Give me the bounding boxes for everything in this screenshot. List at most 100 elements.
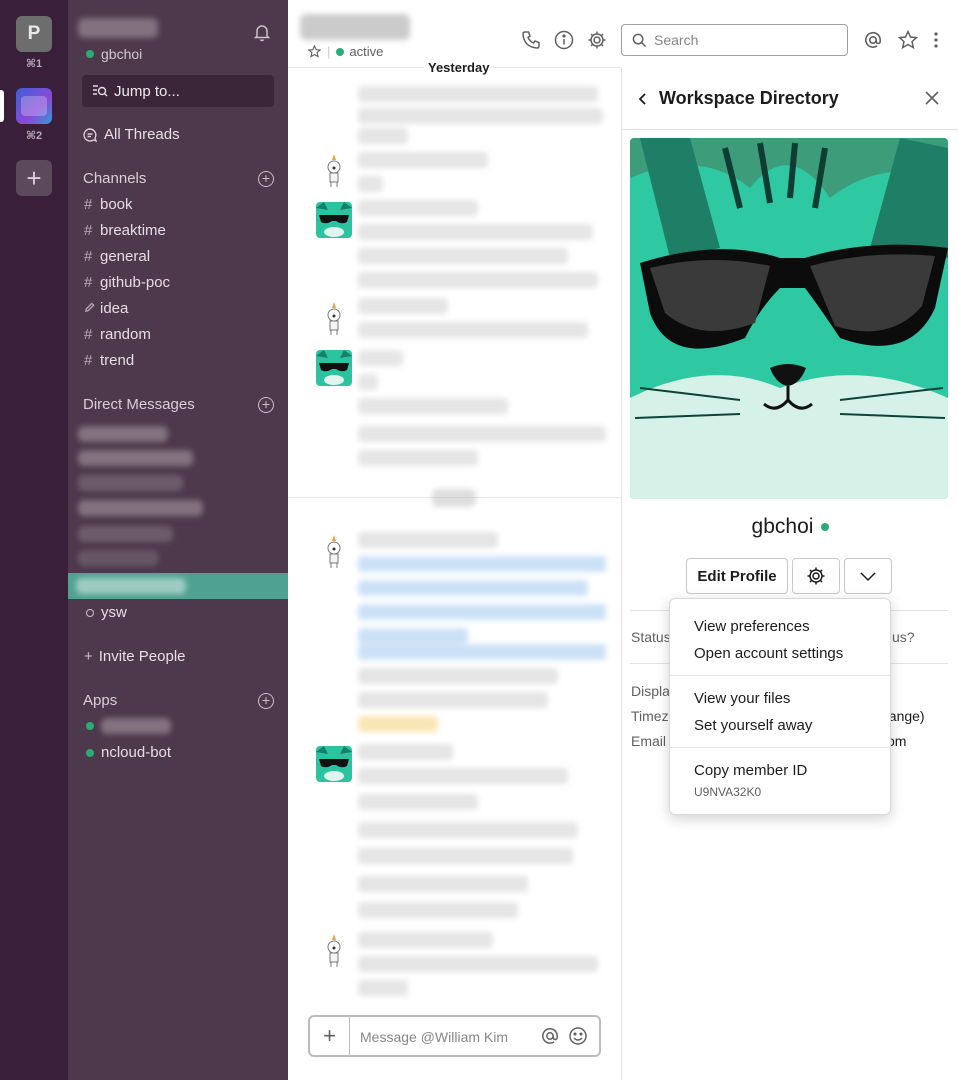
toy-figure-icon: [316, 932, 352, 968]
dm-item-blurred[interactable]: [78, 500, 203, 516]
day-label-yesterday: Yesterday: [424, 60, 494, 75]
more-actions-button[interactable]: [844, 558, 892, 594]
dm-item-blurred[interactable]: [78, 475, 183, 491]
message-line-blurred: [358, 176, 383, 192]
profile-photo[interactable]: [630, 138, 948, 499]
channel-trend[interactable]: # trend: [84, 352, 134, 369]
emoji-icon[interactable]: [568, 1026, 588, 1046]
cat-sunglasses-icon: [316, 350, 352, 386]
toy-figure-icon: [316, 533, 352, 569]
phone-icon[interactable]: [521, 30, 541, 50]
message-line-blurred: [358, 902, 518, 918]
message-line-blurred: [358, 322, 588, 338]
channel-book[interactable]: # book: [84, 196, 133, 213]
presence-dot-icon: [86, 50, 94, 58]
app-item-blurred[interactable]: [84, 718, 171, 734]
threads-icon: [83, 127, 98, 142]
current-user[interactable]: gbchoi: [86, 46, 142, 62]
mention-at-icon[interactable]: [540, 1026, 560, 1046]
direct-messages-header[interactable]: Direct Messages: [83, 396, 195, 413]
profile-settings-button[interactable]: [792, 558, 840, 594]
user-avatar[interactable]: [316, 932, 352, 968]
hash-icon: #: [84, 222, 93, 239]
user-avatar-cat[interactable]: [316, 202, 352, 238]
jump-to-button[interactable]: Jump to...: [82, 75, 274, 107]
message-link-blurred[interactable]: [358, 580, 588, 596]
day-divider-blurred: [432, 489, 476, 507]
user-avatar[interactable]: [316, 300, 352, 336]
gear-icon[interactable]: [587, 30, 607, 50]
user-avatar[interactable]: [316, 152, 352, 188]
search-placeholder: Search: [654, 32, 699, 48]
star-icon[interactable]: [308, 45, 321, 58]
message-link-blurred[interactable]: [358, 604, 606, 620]
channel-github-poc[interactable]: # github-poc: [84, 274, 170, 291]
composer-placeholder[interactable]: Message @William Kim: [360, 1029, 508, 1045]
info-icon[interactable]: [554, 30, 574, 50]
dm-item-blurred[interactable]: [78, 526, 173, 542]
user-avatar-cat[interactable]: [316, 746, 352, 782]
dm-item-ysw[interactable]: ysw: [84, 604, 127, 621]
workspace-1-shortcut: ⌘1: [25, 58, 43, 70]
close-icon[interactable]: [924, 90, 940, 106]
message-author-blurred: [358, 350, 403, 366]
attach-plus-icon[interactable]: +: [310, 1017, 350, 1055]
more-vertical-icon[interactable]: [926, 30, 946, 50]
add-dm-icon[interactable]: +: [258, 397, 274, 413]
dm-item-blurred[interactable]: [78, 450, 193, 466]
message-link-blurred[interactable]: [358, 556, 606, 572]
back-chevron-icon[interactable]: [636, 91, 650, 107]
menu-view-your-files[interactable]: View your files: [694, 690, 790, 707]
profile-name-label: gbchoi: [751, 515, 814, 538]
workspace-2-button[interactable]: [16, 88, 52, 124]
toy-figure-icon: [316, 300, 352, 336]
message-line-blurred: [358, 692, 548, 708]
search-input[interactable]: Search: [621, 24, 848, 56]
status-field-tail[interactable]: us?: [892, 629, 915, 645]
dm-item-blurred[interactable]: [78, 426, 168, 442]
pencil-icon: [84, 300, 100, 317]
menu-set-yourself-away[interactable]: Set yourself away: [694, 717, 812, 734]
add-channel-icon[interactable]: +: [258, 171, 274, 187]
edit-profile-button[interactable]: Edit Profile: [686, 558, 788, 594]
apps-header[interactable]: Apps: [83, 692, 117, 709]
channels-header[interactable]: Channels: [83, 170, 146, 187]
dm-selected-name-blurred: [76, 578, 186, 594]
member-id-value: U9NVA32K0: [694, 785, 762, 799]
message-link-blurred[interactable]: [358, 628, 468, 644]
add-app-icon[interactable]: +: [258, 693, 274, 709]
message-line-blurred: [358, 848, 573, 864]
all-threads-link[interactable]: All Threads: [82, 126, 180, 143]
app-item-ncloud-bot[interactable]: ncloud-bot: [84, 744, 171, 761]
profile-actions-menu: View preferences Open account settings V…: [669, 598, 891, 815]
channel-label: general: [100, 248, 151, 265]
channel-general[interactable]: # general: [84, 248, 150, 265]
conversation-title-blurred[interactable]: [300, 14, 410, 40]
menu-open-account-settings[interactable]: Open account settings: [694, 645, 843, 662]
starred-items-icon[interactable]: [898, 30, 918, 50]
presence-dot-icon: [86, 748, 94, 757]
panel-header: Workspace Directory: [622, 68, 958, 130]
mentions-at-icon[interactable]: [863, 30, 883, 50]
channel-breaktime[interactable]: # breaktime: [84, 222, 166, 239]
user-avatar[interactable]: [316, 533, 352, 569]
message-composer[interactable]: + Message @William Kim: [308, 1015, 601, 1057]
menu-copy-member-id[interactable]: Copy member ID: [694, 762, 807, 779]
display-name-field-label: Displa: [631, 683, 670, 699]
channel-random[interactable]: # random: [84, 326, 151, 343]
user-avatar-cat[interactable]: [316, 350, 352, 386]
channel-idea[interactable]: idea: [84, 300, 128, 317]
bell-icon[interactable]: [252, 22, 272, 42]
message-line-blurred: [358, 876, 528, 892]
invite-people-link[interactable]: + Invite People: [84, 648, 186, 665]
dm-item-selected[interactable]: [68, 573, 288, 599]
workspace-1-button[interactable]: P: [16, 16, 52, 52]
message-link-blurred[interactable]: [358, 644, 606, 660]
channel-label: idea: [100, 300, 129, 317]
add-workspace-button[interactable]: +: [16, 160, 52, 196]
current-user-name: gbchoi: [101, 46, 143, 62]
team-name-blurred[interactable]: [78, 18, 158, 38]
menu-view-preferences[interactable]: View preferences: [694, 618, 810, 635]
menu-separator: [670, 675, 890, 676]
dm-item-blurred[interactable]: [78, 550, 158, 566]
